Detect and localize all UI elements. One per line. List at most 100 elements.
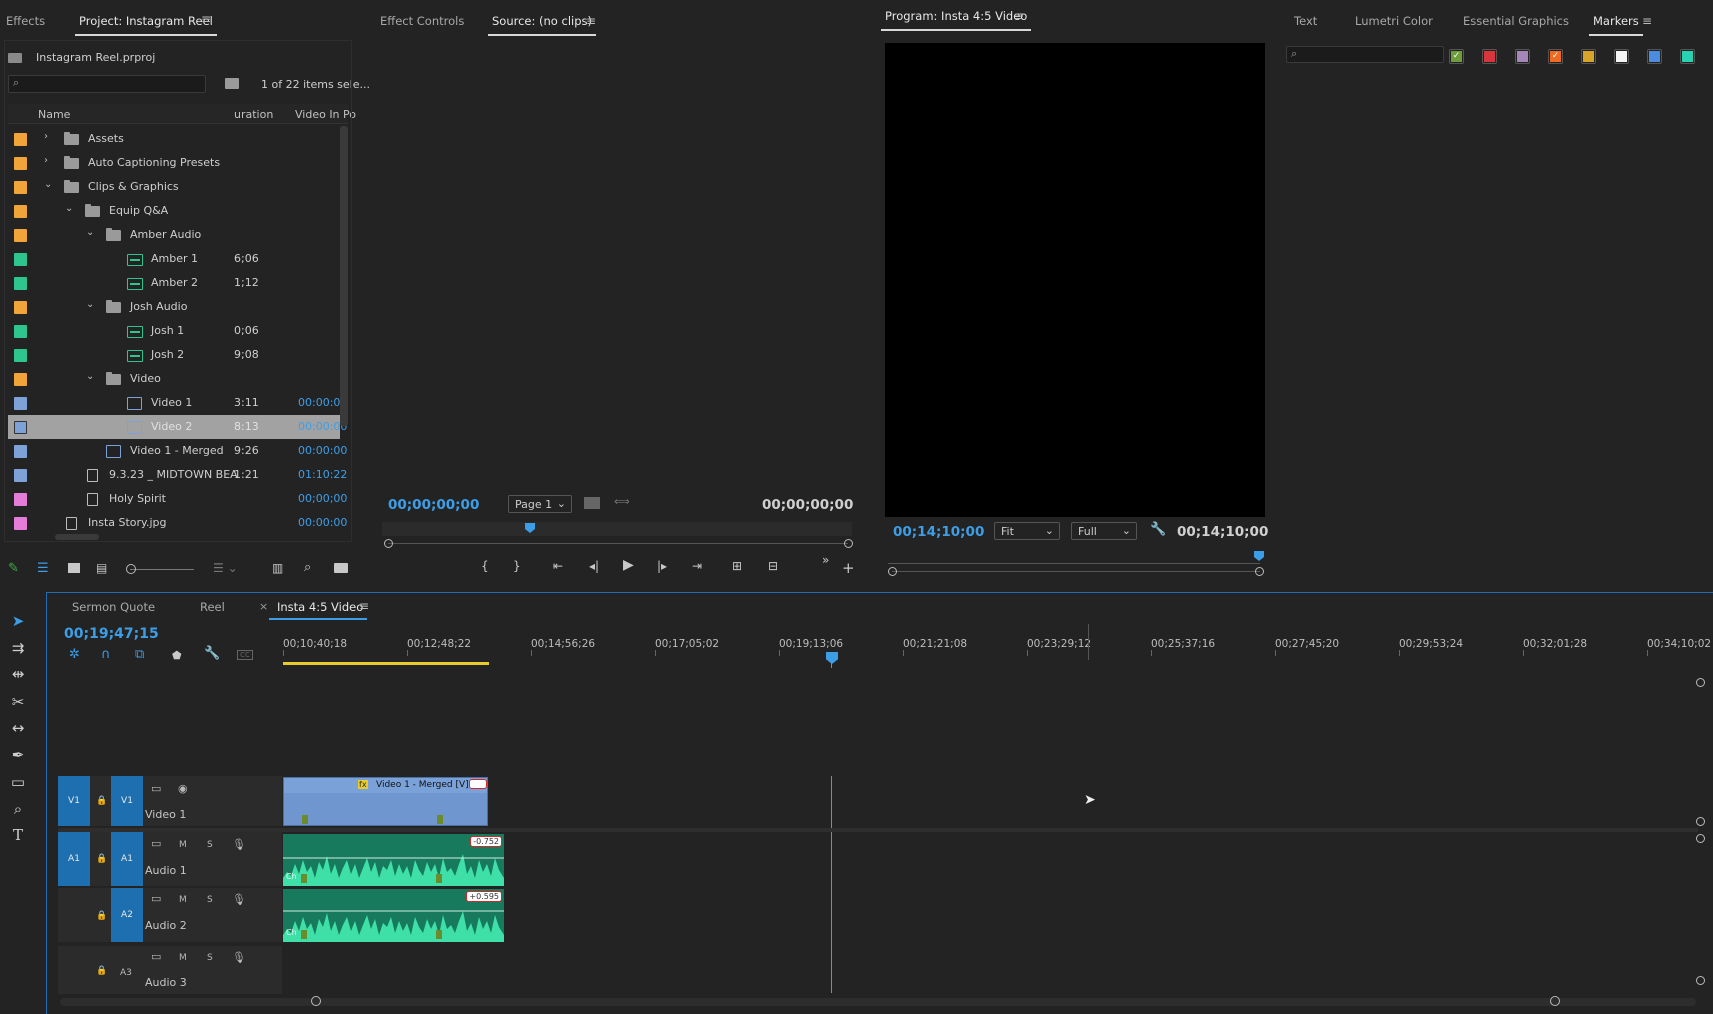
solo-button[interactable]: S <box>207 953 213 963</box>
program-timecode-in[interactable]: 00;14;10;00 <box>893 524 984 540</box>
linked-selection-icon[interactable]: ⧉ <box>135 647 144 662</box>
lock-icon[interactable]: 🔒 <box>96 966 107 976</box>
solo-button[interactable]: S <box>207 840 213 850</box>
track-label-a3[interactable]: A3 <box>120 968 132 978</box>
program-zoom-left-handle[interactable] <box>888 567 897 576</box>
tab-sermon-quote[interactable]: Sermon Quote <box>72 600 155 614</box>
overwrite-icon[interactable]: ⊟ <box>768 559 778 573</box>
markers-search-input[interactable]: ⌕ <box>1286 46 1444 63</box>
tab-source[interactable]: Source: (no clips) <box>488 14 596 36</box>
audio-track-zoom-handle[interactable] <box>1696 834 1705 843</box>
step-back-icon[interactable]: ◂| <box>589 559 599 573</box>
markers-panel-menu-icon[interactable]: ≡ <box>1642 14 1652 28</box>
lock-icon[interactable]: 🔒 <box>96 854 107 864</box>
audio-track-zoom-handle[interactable] <box>1696 976 1705 985</box>
video-clip[interactable]: fx Video 1 - Merged [V] <box>283 777 488 826</box>
sync-lock-icon[interactable]: ▭ <box>151 892 161 905</box>
sync-lock-icon[interactable]: ▭ <box>151 950 161 963</box>
add-button-icon[interactable]: + <box>842 559 855 577</box>
list-view-icon[interactable]: ☰ <box>37 561 49 576</box>
timeline-playhead-handle[interactable] <box>826 652 838 664</box>
marker-color-checkbox[interactable] <box>1614 49 1629 64</box>
zoom-slider-handle[interactable] <box>126 564 136 574</box>
freeform-view-icon[interactable]: ▤ <box>96 561 107 575</box>
marker-color-checkbox[interactable]: ✓ <box>1449 49 1464 64</box>
program-zoom-bar[interactable] <box>892 571 1260 572</box>
more-controls-icon[interactable]: » <box>822 553 829 567</box>
project-panel-menu-icon[interactable]: ≡ <box>201 12 211 26</box>
lock-icon[interactable]: 🔒 <box>96 796 107 806</box>
sync-lock-icon[interactable]: ▭ <box>151 782 161 795</box>
source-zoom-right-handle[interactable] <box>844 539 853 548</box>
track-target-a1[interactable]: A1 <box>111 832 143 886</box>
audio-clip-2[interactable]: +0.595 Ch <box>283 889 504 942</box>
eye-icon[interactable]: ◉ <box>178 782 188 795</box>
razor-tool-icon[interactable]: ✂ <box>8 693 28 711</box>
rectangle-tool-icon[interactable]: ▭ <box>8 773 28 791</box>
sync-lock-icon[interactable]: ▭ <box>151 837 161 850</box>
source-drag-handle-icon[interactable]: ⟺ <box>614 495 630 508</box>
source-timecode-in[interactable]: 00;00;00;00 <box>388 497 479 513</box>
tab-markers[interactable]: Markers <box>1589 14 1643 36</box>
microphone-icon[interactable]: 🎙 <box>232 893 246 906</box>
source-page-dropdown[interactable]: Page 1 ⌄ <box>508 495 572 513</box>
timeline-horizontal-scrollbar[interactable] <box>60 998 1696 1006</box>
marker-color-checkbox[interactable] <box>1482 49 1497 64</box>
go-to-out-icon[interactable]: ⇥ <box>692 559 702 573</box>
tab-project[interactable]: Project: Instagram Reel <box>75 14 217 36</box>
source-timeline-ruler[interactable] <box>382 522 852 536</box>
zoom-tool-icon[interactable]: ⌕ <box>8 800 28 818</box>
captions-icon[interactable]: CC <box>237 650 253 660</box>
ripple-edit-tool-icon[interactable]: ⇹ <box>8 665 28 683</box>
tab-effects[interactable]: Effects <box>6 14 45 28</box>
marker-color-checkbox[interactable] <box>1680 49 1695 64</box>
source-settings-icon[interactable] <box>584 497 600 509</box>
track-target-a2[interactable]: A2 <box>111 888 143 942</box>
program-panel-menu-icon[interactable]: ≡ <box>1014 9 1024 23</box>
source-zoom-bar[interactable] <box>388 543 848 544</box>
add-marker-icon[interactable]: ⬟ <box>172 649 182 662</box>
nest-icon[interactable]: ✲ <box>69 647 80 662</box>
timeline-zoom-left-handle[interactable] <box>311 996 321 1006</box>
mark-out-icon[interactable]: } <box>513 559 521 573</box>
tab-text[interactable]: Text <box>1294 14 1317 28</box>
tab-insta-video[interactable]: Insta 4:5 Video <box>268 600 368 620</box>
pen-tool-icon[interactable]: ✒ <box>8 746 28 764</box>
source-patch-a1[interactable]: A1 <box>58 832 90 886</box>
timeline-panel-menu-icon[interactable]: ≡ <box>359 599 369 613</box>
mute-button[interactable]: M <box>179 953 187 963</box>
video-track-zoom-handle[interactable] <box>1696 678 1705 687</box>
slip-tool-icon[interactable]: ↔ <box>8 719 28 737</box>
pencil-icon[interactable]: ✎ <box>8 561 19 576</box>
timeline-settings-icon[interactable]: 🔧 <box>204 646 220 661</box>
mark-in-icon[interactable]: { <box>481 559 489 573</box>
solo-button[interactable]: S <box>207 895 213 905</box>
tab-program[interactable]: Program: Insta 4:5 Video <box>880 9 1032 31</box>
sort-icons-icon[interactable]: ☰ ⌄ <box>213 561 238 575</box>
program-quality-dropdown[interactable]: Full ⌄ <box>1071 522 1137 540</box>
lock-icon[interactable]: 🔒 <box>96 911 107 921</box>
timeline-timecode[interactable]: 00;19;47;15 <box>64 626 159 642</box>
marker-color-checkbox[interactable]: ✓ <box>1548 49 1563 64</box>
program-zoom-right-handle[interactable] <box>1255 567 1264 576</box>
microphone-icon[interactable]: 🎙 <box>232 951 246 964</box>
new-bin-icon[interactable] <box>334 563 348 573</box>
find-icon[interactable]: ⌕ <box>304 560 311 575</box>
source-panel-menu-icon[interactable]: ≡ <box>586 14 596 28</box>
program-video-frame[interactable] <box>885 43 1265 517</box>
mute-button[interactable]: M <box>179 895 187 905</box>
go-to-in-icon[interactable]: ⇤ <box>553 559 563 573</box>
work-area-bar[interactable] <box>283 662 489 665</box>
mute-button[interactable]: M <box>179 840 187 850</box>
source-zoom-left-handle[interactable] <box>384 539 393 548</box>
timeline-zoom-right-handle[interactable] <box>1550 996 1560 1006</box>
tab-lumetri-color[interactable]: Lumetri Color <box>1355 14 1433 28</box>
zoom-slider[interactable] <box>130 569 194 570</box>
audio-clip-1[interactable]: -0.752 Ch <box>283 834 504 886</box>
marker-color-checkbox[interactable] <box>1581 49 1596 64</box>
snap-icon[interactable]: ∩ <box>101 647 111 662</box>
track-target-v1[interactable]: V1 <box>111 776 143 826</box>
play-icon[interactable]: ▶ <box>623 557 634 573</box>
selection-tool-icon[interactable]: ➤ <box>8 612 28 630</box>
automate-to-sequence-icon[interactable]: ▥ <box>272 561 283 575</box>
